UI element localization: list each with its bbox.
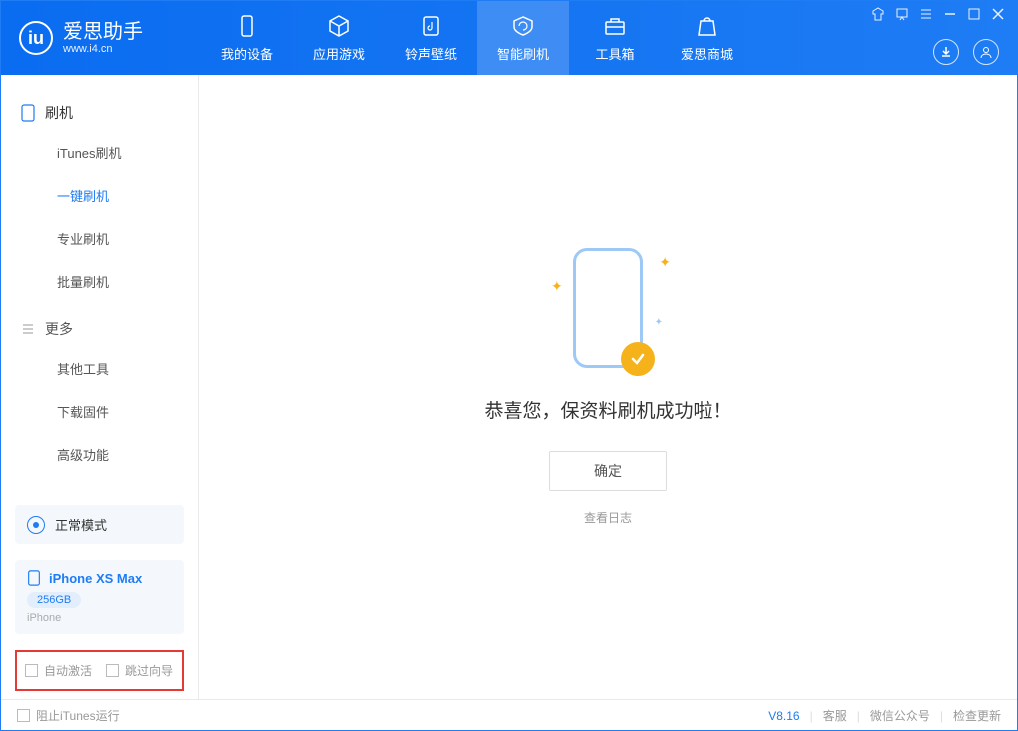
footer-right: V8.16 | 客服 | 微信公众号 | 检查更新 — [768, 707, 1001, 724]
download-button[interactable] — [933, 39, 959, 65]
mode-label: 正常模式 — [55, 515, 107, 534]
nav-tabs: 我的设备 应用游戏 铃声壁纸 智能刷机 工具箱 爱思商城 — [201, 1, 753, 75]
sparkle-icon: ✦ — [659, 254, 671, 271]
menu-icon[interactable] — [919, 7, 933, 21]
device-type: iPhone — [27, 612, 172, 624]
version-label: V8.16 — [768, 709, 799, 723]
checkbox-block-itunes[interactable]: 阻止iTunes运行 — [17, 707, 120, 724]
user-button[interactable] — [973, 39, 999, 65]
feedback-icon[interactable] — [895, 7, 909, 21]
window-controls — [871, 7, 1005, 21]
cube-icon — [327, 14, 351, 38]
minimize-icon[interactable] — [943, 7, 957, 21]
footer-link-support[interactable]: 客服 — [823, 707, 847, 724]
checkbox-skip-wizard[interactable]: 跳过向导 — [106, 662, 173, 679]
sidebar-item-other-tools[interactable]: 其他工具 — [1, 347, 198, 390]
checkbox-box-icon — [17, 709, 30, 722]
close-icon[interactable] — [991, 7, 1005, 21]
footer-link-wechat[interactable]: 微信公众号 — [870, 707, 930, 724]
phone-icon — [21, 104, 35, 122]
sidebar: 刷机 iTunes刷机 一键刷机 专业刷机 批量刷机 更多 其他工具 下载固件 … — [1, 75, 199, 699]
sidebar-item-batch-flash[interactable]: 批量刷机 — [1, 260, 198, 303]
sidebar-section-flash: 刷机 — [1, 95, 198, 131]
user-icon — [979, 45, 993, 59]
logo-icon: iu — [19, 21, 53, 55]
ok-button[interactable]: 确定 — [549, 451, 667, 491]
checkbox-auto-activate[interactable]: 自动激活 — [25, 662, 92, 679]
checkmark-icon — [621, 342, 655, 376]
maximize-icon[interactable] — [967, 7, 981, 21]
sparkle-icon: ✦ — [655, 317, 663, 328]
sparkle-icon: ✦ — [551, 278, 563, 295]
sidebar-item-pro-flash[interactable]: 专业刷机 — [1, 217, 198, 260]
app-url: www.i4.cn — [63, 43, 143, 55]
nav-tab-toolbox[interactable]: 工具箱 — [569, 1, 661, 75]
checkbox-box-icon — [25, 664, 38, 677]
music-icon — [419, 14, 443, 38]
device-icon — [235, 14, 259, 38]
device-storage-badge: 256GB — [27, 592, 81, 608]
header-actions — [933, 39, 999, 65]
toolbox-icon — [603, 14, 627, 38]
store-icon — [695, 14, 719, 38]
sidebar-item-download-firmware[interactable]: 下载固件 — [1, 390, 198, 433]
sidebar-item-itunes-flash[interactable]: iTunes刷机 — [1, 131, 198, 174]
sidebar-section-more: 更多 — [1, 311, 198, 347]
main-content: ✦ ✦ ✦ 恭喜您，保资料刷机成功啦！ 确定 查看日志 — [199, 75, 1017, 699]
view-log-link[interactable]: 查看日志 — [584, 509, 632, 526]
mode-icon — [27, 516, 45, 534]
device-name: iPhone XS Max — [27, 570, 172, 586]
nav-tab-apps-games[interactable]: 应用游戏 — [293, 1, 385, 75]
app-name: 爱思助手 — [63, 21, 143, 43]
skin-icon[interactable] — [871, 7, 885, 21]
app-header: iu 爱思助手 www.i4.cn 我的设备 应用游戏 铃声壁纸 智能刷机 工具… — [1, 1, 1017, 75]
footer-link-update[interactable]: 检查更新 — [953, 707, 1001, 724]
nav-tab-store[interactable]: 爱思商城 — [661, 1, 753, 75]
app-body: 刷机 iTunes刷机 一键刷机 专业刷机 批量刷机 更多 其他工具 下载固件 … — [1, 75, 1017, 699]
footer: 阻止iTunes运行 V8.16 | 客服 | 微信公众号 | 检查更新 — [1, 699, 1017, 731]
download-icon — [939, 45, 953, 59]
mode-card[interactable]: 正常模式 — [15, 505, 184, 544]
refresh-icon — [511, 14, 535, 38]
success-message: 恭喜您，保资料刷机成功啦！ — [484, 396, 731, 423]
nav-tab-ringtones[interactable]: 铃声壁纸 — [385, 1, 477, 75]
nav-tab-my-device[interactable]: 我的设备 — [201, 1, 293, 75]
success-illustration: ✦ ✦ ✦ — [573, 248, 643, 368]
nav-tab-smart-flash[interactable]: 智能刷机 — [477, 1, 569, 75]
device-phone-icon — [27, 570, 41, 586]
app-logo: iu 爱思助手 www.i4.cn — [1, 1, 201, 75]
sidebar-item-oneclick-flash[interactable]: 一键刷机 — [1, 174, 198, 217]
device-card[interactable]: iPhone XS Max 256GB iPhone — [15, 560, 184, 634]
sidebar-item-advanced[interactable]: 高级功能 — [1, 433, 198, 476]
checkbox-box-icon — [106, 664, 119, 677]
highlighted-options: 自动激活 跳过向导 — [15, 650, 184, 691]
list-icon — [21, 322, 35, 336]
